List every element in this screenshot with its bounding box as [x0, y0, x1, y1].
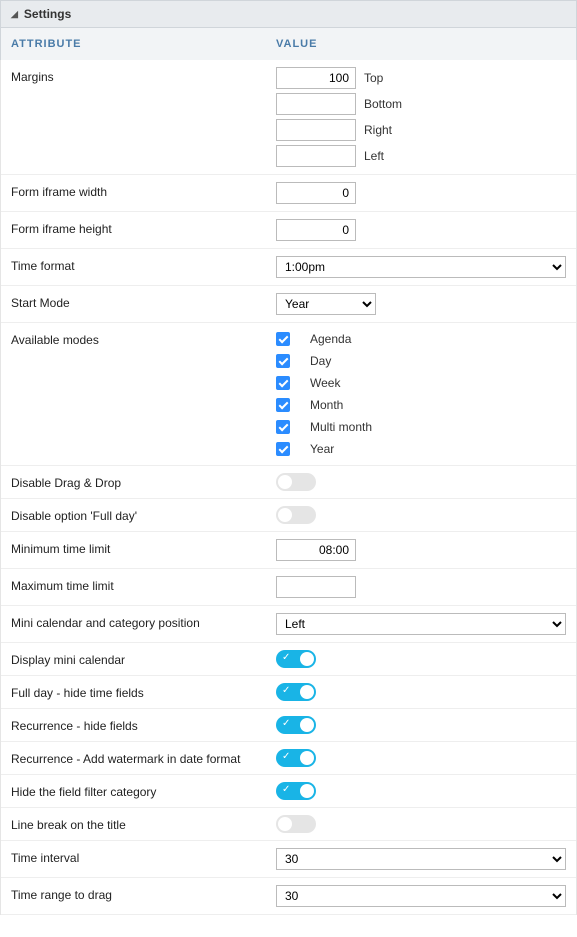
row-mini-cal-position: Mini calendar and category position Left — [1, 606, 576, 643]
iframe-width-label: Form iframe width — [11, 182, 276, 199]
recurrence-watermark-toggle[interactable]: ✓ — [276, 749, 316, 767]
mini-cal-position-label: Mini calendar and category position — [11, 613, 276, 630]
disable-drag-drop-label: Disable Drag & Drop — [11, 473, 276, 490]
row-recurrence-hide: Recurrence - hide fields ✓ — [1, 709, 576, 742]
iframe-height-label: Form iframe height — [11, 219, 276, 236]
collapse-icon: ◢ — [11, 9, 18, 20]
time-range-drag-label: Time range to drag — [11, 885, 276, 902]
row-recurrence-watermark: Recurrence - Add watermark in date forma… — [1, 742, 576, 775]
recurrence-hide-toggle[interactable]: ✓ — [276, 716, 316, 734]
column-header: ATTRIBUTE VALUE — [0, 28, 577, 60]
disable-full-day-toggle[interactable] — [276, 506, 316, 524]
time-range-drag-select[interactable]: 30 — [276, 885, 566, 907]
row-line-break-title: Line break on the title — [1, 808, 576, 841]
time-format-label: Time format — [11, 256, 276, 273]
row-hide-filter-category: Hide the field filter category ✓ — [1, 775, 576, 808]
row-disable-full-day: Disable option 'Full day' — [1, 499, 576, 532]
margin-bottom-input[interactable] — [276, 93, 356, 115]
row-display-mini-cal: Display mini calendar ✓ — [1, 643, 576, 676]
row-time-format: Time format 1:00pm — [1, 249, 576, 286]
full-day-hide-time-toggle[interactable]: ✓ — [276, 683, 316, 701]
row-time-range-drag: Time range to drag 30 — [1, 878, 576, 915]
disable-full-day-label: Disable option 'Full day' — [11, 506, 276, 523]
margin-left-input[interactable] — [276, 145, 356, 167]
row-max-time-limit: Maximum time limit — [1, 569, 576, 606]
row-iframe-height: Form iframe height — [1, 212, 576, 249]
row-available-modes: Available modes Agenda Day Week Month Mu… — [1, 323, 576, 466]
recurrence-hide-label: Recurrence - hide fields — [11, 716, 276, 733]
hide-filter-category-toggle[interactable]: ✓ — [276, 782, 316, 800]
max-time-limit-label: Maximum time limit — [11, 576, 276, 593]
mode-year-label: Year — [310, 442, 334, 456]
min-time-limit-input[interactable] — [276, 539, 356, 561]
mode-day-checkbox[interactable] — [276, 354, 290, 368]
mode-week-label: Week — [310, 376, 340, 390]
row-start-mode: Start Mode Year — [1, 286, 576, 323]
hide-filter-category-label: Hide the field filter category — [11, 782, 276, 799]
margin-left-label: Left — [364, 149, 384, 163]
start-mode-label: Start Mode — [11, 293, 276, 310]
iframe-width-input[interactable] — [276, 182, 356, 204]
settings-rows: Margins Top Bottom Right Left Form ifram… — [0, 60, 577, 915]
line-break-title-label: Line break on the title — [11, 815, 276, 832]
mode-multimonth-checkbox[interactable] — [276, 420, 290, 434]
row-iframe-width: Form iframe width — [1, 175, 576, 212]
mode-month-checkbox[interactable] — [276, 398, 290, 412]
row-min-time-limit: Minimum time limit — [1, 532, 576, 569]
margins-label: Margins — [11, 67, 276, 84]
full-day-hide-time-label: Full day - hide time fields — [11, 683, 276, 700]
mode-agenda-label: Agenda — [310, 332, 351, 346]
row-full-day-hide-time: Full day - hide time fields ✓ — [1, 676, 576, 709]
row-disable-drag-drop: Disable Drag & Drop — [1, 466, 576, 499]
disable-drag-drop-toggle[interactable] — [276, 473, 316, 491]
margin-bottom-label: Bottom — [364, 97, 402, 111]
iframe-height-input[interactable] — [276, 219, 356, 241]
mode-year-checkbox[interactable] — [276, 442, 290, 456]
mode-day-label: Day — [310, 354, 331, 368]
mode-month-label: Month — [310, 398, 343, 412]
line-break-title-toggle[interactable] — [276, 815, 316, 833]
margin-right-input[interactable] — [276, 119, 356, 141]
display-mini-cal-label: Display mini calendar — [11, 650, 276, 667]
column-value: VALUE — [276, 38, 566, 50]
row-time-interval: Time interval 30 — [1, 841, 576, 878]
mode-week-checkbox[interactable] — [276, 376, 290, 390]
margin-top-label: Top — [364, 71, 383, 85]
margin-top-input[interactable] — [276, 67, 356, 89]
max-time-limit-input[interactable] — [276, 576, 356, 598]
row-margins: Margins Top Bottom Right Left — [1, 60, 576, 175]
recurrence-watermark-label: Recurrence - Add watermark in date forma… — [11, 749, 276, 766]
time-interval-label: Time interval — [11, 848, 276, 865]
mini-cal-position-select[interactable]: Left — [276, 613, 566, 635]
display-mini-cal-toggle[interactable]: ✓ — [276, 650, 316, 668]
mode-agenda-checkbox[interactable] — [276, 332, 290, 346]
start-mode-select[interactable]: Year — [276, 293, 376, 315]
min-time-limit-label: Minimum time limit — [11, 539, 276, 556]
time-interval-select[interactable]: 30 — [276, 848, 566, 870]
available-modes-label: Available modes — [11, 330, 276, 347]
mode-multimonth-label: Multi month — [310, 420, 372, 434]
time-format-select[interactable]: 1:00pm — [276, 256, 566, 278]
panel-title: Settings — [24, 7, 71, 21]
margin-right-label: Right — [364, 123, 392, 137]
column-attribute: ATTRIBUTE — [11, 38, 276, 50]
panel-header[interactable]: ◢ Settings — [0, 0, 577, 28]
available-modes-list: Agenda Day Week Month Multi month Year — [276, 330, 566, 458]
